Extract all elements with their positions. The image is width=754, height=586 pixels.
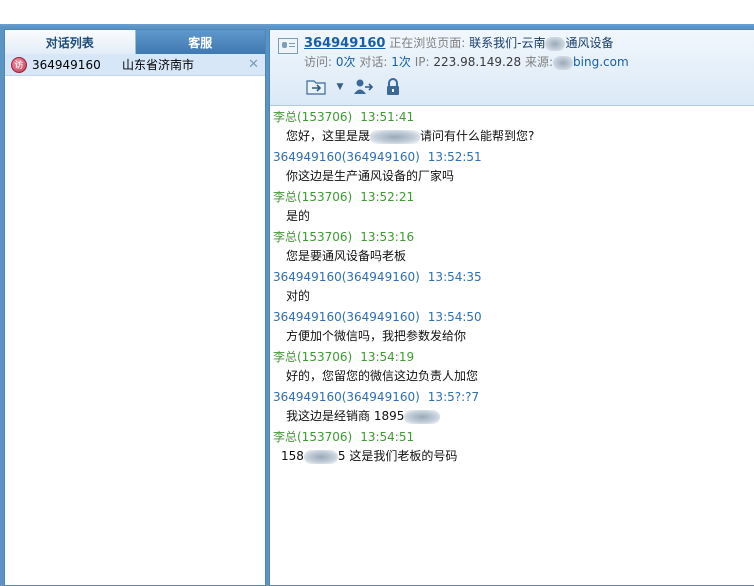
- message-time: 13:52:51: [427, 150, 482, 164]
- ip-label: IP:: [414, 55, 430, 69]
- visitor-stats-line: 访问: 0次 对话: 1次 IP: 223.98.149.28 来源: bing.…: [304, 53, 629, 70]
- browsing-label: 正在浏览页面:: [389, 36, 466, 50]
- visitor-id-link[interactable]: 364949160: [304, 36, 385, 51]
- message-text: 是的: [286, 209, 311, 223]
- visitor-title-line: 364949160 正在浏览页面: 联系我们-云南 通风设备: [304, 34, 613, 51]
- chat-message: 364949160(364949160) 13:5?:?7 我这边是经销商 189…: [273, 389, 754, 429]
- chats-value: 1次: [391, 55, 411, 69]
- message-sender: 李总(153706): [273, 430, 353, 444]
- visitor-header: 364949160 正在浏览页面: 联系我们-云南 通风设备 访问: 0次 对话:…: [270, 30, 754, 106]
- folder-transfer-icon[interactable]: [304, 76, 330, 98]
- chat-message: 364949160(364949160) 13:54:50 方便加个微信吗，我把参…: [273, 309, 754, 349]
- chat-message: 李总(153706) 13:51:41 您好，这里是晟 请问有什么能帮到您?: [273, 109, 754, 149]
- message-sender: 364949160(364949160): [273, 270, 420, 284]
- redaction-blur: [553, 55, 574, 70]
- message-sender: 李总(153706): [273, 190, 353, 204]
- vcard-icon: [278, 38, 298, 54]
- chat-toolbar: ▼: [304, 76, 406, 98]
- redaction-blur: [404, 409, 441, 424]
- chat-transcript[interactable]: 李总(153706) 13:51:41 您好，这里是晟 请问有什么能帮到您? 364…: [270, 106, 754, 585]
- conversation-panel: 对话列表 客服 访 364949160 山东省济南市 ✕: [4, 29, 266, 586]
- message-text: 您是要通风设备吗老板: [286, 249, 407, 263]
- chats-label: 对话:: [359, 55, 388, 69]
- message-text-part: 我这边是经销商 1895: [286, 409, 405, 423]
- message-time: 13:5?:?7: [427, 390, 480, 404]
- message-header: 李总(153706) 13:54:51: [273, 429, 754, 445]
- message-text-part: 158: [281, 449, 304, 463]
- message-header: 李总(153706) 13:51:41: [273, 109, 754, 125]
- redaction-blur: [545, 36, 566, 51]
- message-text: 对的: [286, 289, 311, 303]
- top-input-bar[interactable]: [0, 0, 754, 26]
- chat-panel: 364949160 正在浏览页面: 联系我们-云南 通风设备 访问: 0次 对话:…: [269, 29, 754, 586]
- message-sender: 364949160(364949160): [273, 310, 420, 324]
- user-transfer-icon[interactable]: [350, 76, 376, 98]
- visits-value: 0次: [335, 55, 356, 69]
- message-text: 我这边是经销商 1895: [273, 405, 754, 429]
- redaction-blur: [370, 129, 421, 144]
- message-header: 364949160(364949160) 13:5?:?7: [273, 389, 754, 405]
- chat-message: 李总(153706) 13:52:21 是的: [273, 189, 754, 229]
- chat-message: 李总(153706) 13:54:19 好的，您留您的微信这边负责人加您: [273, 349, 754, 389]
- message-sender: 李总(153706): [273, 110, 353, 124]
- lock-icon[interactable]: [380, 76, 406, 98]
- message-text-part: 请问有什么能帮到您?: [420, 129, 535, 143]
- message-text-part: 5 这是我们老板的号码: [337, 449, 458, 463]
- message-header: 李总(153706) 13:53:16: [273, 229, 754, 245]
- message-time: 13:53:16: [360, 230, 415, 244]
- message-header: 364949160(364949160) 13:54:50: [273, 309, 754, 325]
- message-text: 你这边是生产通风设备的厂家吗: [286, 169, 455, 183]
- message-time: 13:54:50: [427, 310, 482, 324]
- chat-message: 364949160(364949160) 13:52:51 你这边是生产通风设备的…: [273, 149, 754, 189]
- chat-message: 364949160(364949160) 13:54:35 对的: [273, 269, 754, 309]
- close-icon[interactable]: ✕: [248, 57, 261, 72]
- message-time: 13:54:19: [360, 350, 415, 364]
- message-sender: 李总(153706): [273, 350, 353, 364]
- message-text: 158 5 这是我们老板的号码: [273, 445, 754, 469]
- conversation-visitor-id: 364949160: [32, 57, 101, 72]
- chevron-down-icon[interactable]: ▼: [334, 76, 346, 98]
- page-title-start: 联系我们-云南: [469, 36, 546, 50]
- message-text: 好的，您留您的微信这边负责人加您: [286, 369, 479, 383]
- message-sender: 364949160(364949160): [273, 390, 420, 404]
- visits-label: 访问:: [304, 55, 333, 69]
- source-value[interactable]: bing.com: [573, 55, 629, 69]
- message-time: 13:54:35: [427, 270, 482, 284]
- tab-customer-service[interactable]: 客服: [135, 30, 265, 54]
- message-header: 李总(153706) 13:52:21: [273, 189, 754, 205]
- message-header: 364949160(364949160) 13:54:35: [273, 269, 754, 285]
- message-time: 13:51:41: [360, 110, 415, 124]
- message-text-part: 您好，这里是晟: [286, 129, 371, 143]
- chat-message: 李总(153706) 13:54:51 158 5 这是我们老板的号码: [273, 429, 754, 469]
- message-header: 李总(153706) 13:54:19: [273, 349, 754, 365]
- panel-tabs: 对话列表 客服: [5, 30, 265, 54]
- message-text: 您好，这里是晟 请问有什么能帮到您?: [273, 125, 754, 149]
- message-text: 方便加个微信吗，我把参数发给你: [286, 329, 467, 343]
- message-time: 13:52:21: [360, 190, 415, 204]
- redaction-blur: [303, 449, 338, 464]
- visitor-status-icon: 访: [11, 56, 27, 73]
- message-header: 364949160(364949160) 13:52:51: [273, 149, 754, 165]
- page-title-end: 通风设备: [565, 36, 614, 50]
- page-title[interactable]: 联系我们-云南 通风设备: [469, 36, 614, 51]
- tab-conversation-list[interactable]: 对话列表: [5, 30, 136, 54]
- message-time: 13:54:51: [360, 430, 415, 444]
- conversation-item[interactable]: 访 364949160 山东省济南市 ✕: [5, 54, 265, 76]
- message-sender: 李总(153706): [273, 230, 353, 244]
- conversation-location: 山东省济南市: [122, 58, 195, 72]
- message-sender: 364949160(364949160): [273, 150, 420, 164]
- ip-value: 223.98.149.28: [433, 55, 522, 69]
- chat-message: 李总(153706) 13:53:16 您是要通风设备吗老板: [273, 229, 754, 269]
- source-label: 来源:: [524, 55, 554, 69]
